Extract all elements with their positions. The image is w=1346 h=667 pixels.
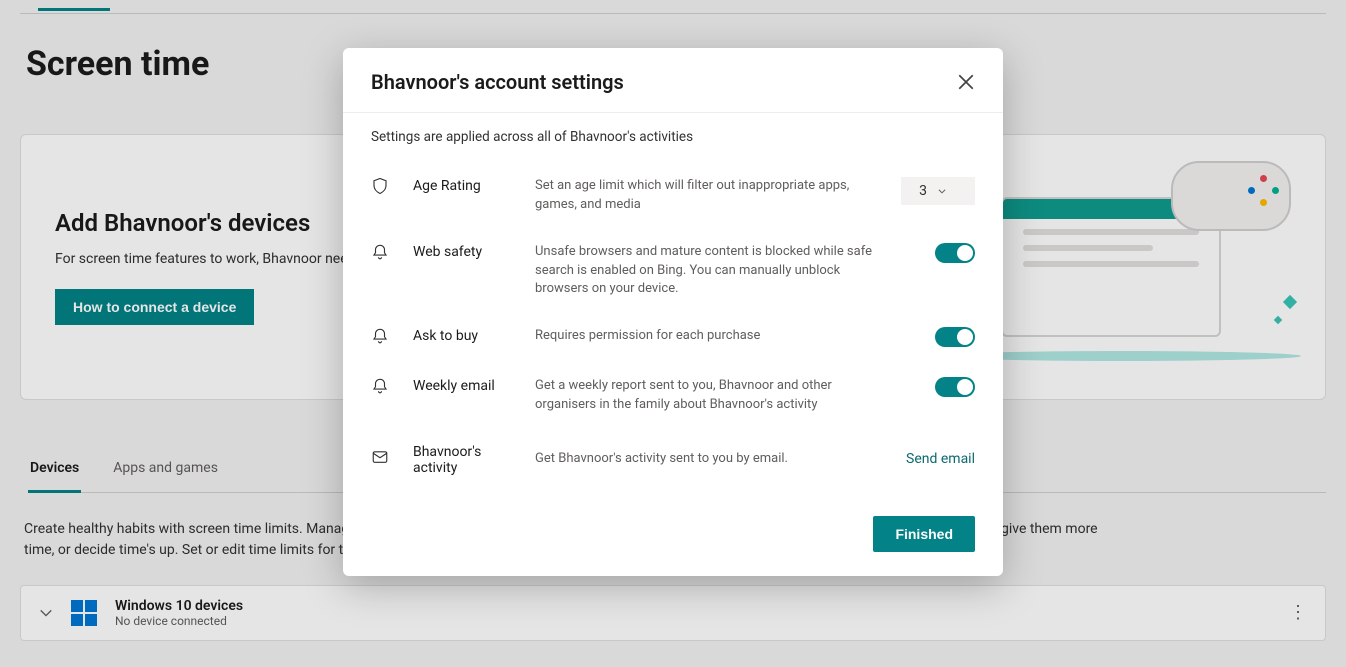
activity-label: Bhavnoor's activity: [413, 443, 523, 476]
modal-overlay: Bhavnoor's account settings Settings are…: [0, 0, 1346, 667]
finished-button[interactable]: Finished: [873, 516, 975, 552]
activity-desc: Get Bhavnoor's activity sent to you by e…: [535, 450, 894, 469]
setting-row-weekly-email: Weekly email Get a weekly report sent to…: [371, 363, 975, 429]
setting-row-age-rating: Age Rating Set an age limit which will f…: [371, 163, 975, 229]
ask-to-buy-desc: Requires permission for each purchase: [535, 327, 883, 346]
close-icon[interactable]: [957, 73, 975, 91]
weekly-email-toggle[interactable]: [935, 377, 975, 397]
modal-title: Bhavnoor's account settings: [371, 70, 624, 94]
age-rating-value: 3: [919, 183, 927, 199]
ask-to-buy-label: Ask to buy: [413, 327, 523, 344]
web-safety-toggle[interactable]: [935, 243, 975, 263]
age-rating-select[interactable]: 3: [901, 177, 975, 205]
bell-icon: [371, 327, 401, 349]
shield-icon: [371, 177, 401, 199]
modal-subtitle: Settings are applied across all of Bhavn…: [371, 129, 975, 145]
account-settings-modal: Bhavnoor's account settings Settings are…: [343, 48, 1003, 576]
setting-row-web-safety: Web safety Unsafe browsers and mature co…: [371, 229, 975, 314]
age-rating-label: Age Rating: [413, 177, 523, 194]
send-email-link[interactable]: Send email: [906, 451, 975, 467]
setting-row-ask-to-buy: Ask to buy Requires permission for each …: [371, 313, 975, 363]
bell-icon: [371, 377, 401, 399]
ask-to-buy-toggle[interactable]: [935, 327, 975, 347]
weekly-email-desc: Get a weekly report sent to you, Bhavnoo…: [535, 377, 883, 415]
web-safety-label: Web safety: [413, 243, 523, 260]
mail-icon: [371, 448, 401, 470]
modal-footer: Finished: [343, 498, 1003, 576]
modal-body: Settings are applied across all of Bhavn…: [343, 113, 1003, 498]
weekly-email-label: Weekly email: [413, 377, 523, 394]
bell-icon: [371, 243, 401, 265]
modal-header: Bhavnoor's account settings: [343, 48, 1003, 113]
setting-row-activity: Bhavnoor's activity Get Bhavnoor's activ…: [371, 429, 975, 490]
chevron-down-icon: [937, 186, 947, 196]
age-rating-desc: Set an age limit which will filter out i…: [535, 177, 883, 215]
web-safety-desc: Unsafe browsers and mature content is bl…: [535, 243, 883, 300]
